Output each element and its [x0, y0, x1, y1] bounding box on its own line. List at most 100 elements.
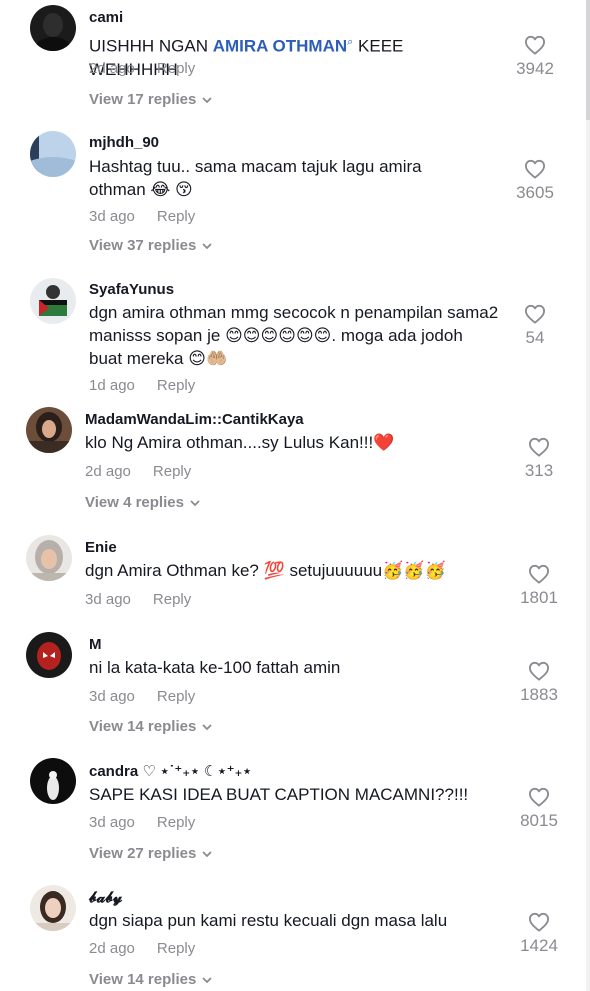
comment-date: 3d ago: [89, 208, 135, 225]
heart-outline-icon: [528, 437, 550, 457]
view-replies-button[interactable]: View 37 replies: [89, 237, 212, 254]
comment-text: dgn amira othman mmg secocok n penampila…: [89, 303, 499, 368]
comment-meta: 1d ago Reply: [89, 377, 195, 394]
comment-item: mjhdh_90 Hashtag tuu.. sama macam tajuk …: [0, 128, 590, 258]
like-button[interactable]: 313: [509, 437, 569, 481]
chevron-down-icon: [202, 91, 212, 108]
like-count: 3605: [516, 183, 554, 202]
like-button[interactable]: 8015: [509, 787, 569, 831]
comment-meta: 3d ago Reply: [89, 814, 195, 831]
heart-outline-icon: [524, 35, 546, 55]
reply-button[interactable]: Reply: [157, 940, 195, 957]
comment-item: Enie dgn Amira Othman ke? 💯 setujuuuuuu🥳…: [0, 533, 590, 623]
reply-button[interactable]: Reply: [153, 591, 191, 608]
heart-outline-icon: [524, 159, 546, 179]
comment-username[interactable]: cami: [89, 9, 123, 26]
view-replies-button[interactable]: View 14 replies: [89, 718, 212, 735]
view-replies-label: View 37 replies: [89, 237, 197, 254]
comment-date: 3d ago: [89, 688, 135, 705]
view-replies-label: View 17 replies: [89, 91, 197, 108]
view-replies-button[interactable]: View 17 replies: [89, 91, 212, 108]
comment-item: M ni la kata-kata ke-100 fattah amin 3d …: [0, 630, 590, 750]
comment-meta: 3d ago Reply: [85, 591, 191, 608]
comment-username[interactable]: SyafaYunus: [89, 281, 174, 298]
comment-date: 2d ago: [89, 940, 135, 957]
heart-outline-icon: [528, 661, 550, 681]
comment-text: ni la kata-kata ke-100 fattah amin: [89, 658, 341, 677]
avatar[interactable]: [30, 5, 76, 51]
heart-outline-icon: [528, 564, 550, 584]
comment-meta: 3d ago Reply: [89, 208, 195, 225]
comment-meta: 2d ago Reply: [85, 463, 191, 480]
like-button[interactable]: 1424: [509, 912, 569, 956]
comment-date: 2d ago: [89, 60, 135, 77]
scrollbar[interactable]: [586, 0, 590, 991]
like-count: 3942: [516, 59, 554, 78]
comment-date: 3d ago: [85, 591, 131, 608]
comment-date: 2d ago: [85, 463, 131, 480]
mention-link[interactable]: AMIRA OTHMAN: [213, 37, 347, 56]
like-count: 313: [524, 461, 554, 480]
avatar[interactable]: [26, 407, 72, 453]
chevron-down-icon: [202, 971, 212, 988]
comment-text: dgn Amira Othman ke? 💯 setujuuuuuu🥳🥳🥳: [85, 561, 446, 580]
comment-text: Hashtag tuu.. sama macam tajuk lagu amir…: [89, 157, 422, 199]
view-replies-label: View 14 replies: [89, 971, 197, 988]
comment-username[interactable]: candra ♡ ⋆˙⁺₊⋆ ☾⋆⁺₊⋆: [89, 762, 252, 780]
reply-button[interactable]: Reply: [157, 208, 195, 225]
view-replies-button[interactable]: View 4 replies: [85, 494, 200, 511]
reply-button[interactable]: Reply: [157, 814, 195, 831]
avatar[interactable]: [26, 535, 72, 581]
like-button[interactable]: 54: [505, 304, 565, 348]
comment-text: dgn siapa pun kami restu kecuali dgn mas…: [89, 911, 448, 930]
reply-button[interactable]: Reply: [157, 688, 195, 705]
reply-button[interactable]: Reply: [157, 377, 195, 394]
like-count: 1801: [520, 588, 558, 607]
heart-outline-icon: [528, 912, 550, 932]
avatar[interactable]: [30, 885, 76, 931]
comment-username[interactable]: 𝓫𝓪𝓫𝔂: [89, 888, 122, 906]
like-button[interactable]: 3605: [505, 159, 565, 203]
comment-item: cami UISHHH NGAN AMIRA OTHMAN⌕ KEEE WEHH…: [0, 0, 590, 120]
view-replies-label: View 4 replies: [85, 494, 184, 511]
avatar[interactable]: [30, 131, 76, 177]
avatar[interactable]: [26, 632, 72, 678]
scrollbar-thumb[interactable]: [586, 0, 590, 120]
like-button[interactable]: 1883: [509, 661, 569, 705]
like-count: 54: [525, 328, 545, 347]
view-replies-button[interactable]: View 27 replies: [89, 845, 212, 862]
chevron-down-icon: [202, 718, 212, 735]
comment-item: 𝓫𝓪𝓫𝔂 dgn siapa pun kami restu kecuali dg…: [0, 883, 590, 991]
comment-meta: 2d ago Reply: [89, 60, 195, 77]
comment-username[interactable]: MadamWandaLim::CantikKaya: [85, 411, 304, 428]
comment-item: MadamWandaLim::CantikKaya klo Ng Amira o…: [0, 404, 590, 524]
view-replies-label: View 14 replies: [89, 718, 197, 735]
chevron-down-icon: [202, 237, 212, 254]
heart-outline-icon: [528, 787, 550, 807]
reply-button[interactable]: Reply: [157, 60, 195, 77]
reply-button[interactable]: Reply: [153, 463, 191, 480]
comment-text: SAPE KASI IDEA BUAT CAPTION MACAMNI??!!!: [89, 785, 469, 804]
comment-username[interactable]: Enie: [85, 539, 117, 556]
comment-date: 3d ago: [89, 814, 135, 831]
comment-item: candra ♡ ⋆˙⁺₊⋆ ☾⋆⁺₊⋆ SAPE KASI IDEA BUAT…: [0, 756, 590, 876]
comment-item: SyafaYunus dgn amira othman mmg secocok …: [0, 274, 590, 394]
avatar[interactable]: [30, 278, 76, 324]
comment-meta: 3d ago Reply: [89, 688, 195, 705]
comment-text: klo Ng Amira othman....sy Lulus Kan!!!❤️: [85, 433, 395, 452]
comment-meta: 2d ago Reply: [89, 940, 195, 957]
like-count: 8015: [520, 811, 558, 830]
like-button[interactable]: 3942: [505, 35, 565, 79]
like-button[interactable]: 1801: [509, 564, 569, 608]
chevron-down-icon: [190, 494, 200, 511]
comment-username[interactable]: M: [89, 636, 102, 653]
heart-outline-icon: [524, 304, 546, 324]
avatar[interactable]: [30, 758, 76, 804]
view-replies-label: View 27 replies: [89, 845, 197, 862]
like-count: 1883: [520, 685, 558, 704]
like-count: 1424: [520, 936, 558, 955]
comment-username[interactable]: mjhdh_90: [89, 134, 159, 151]
view-replies-button[interactable]: View 14 replies: [89, 971, 212, 988]
comment-text-part: UISHHH NGAN: [89, 36, 213, 56]
comment-date: 1d ago: [89, 377, 135, 394]
